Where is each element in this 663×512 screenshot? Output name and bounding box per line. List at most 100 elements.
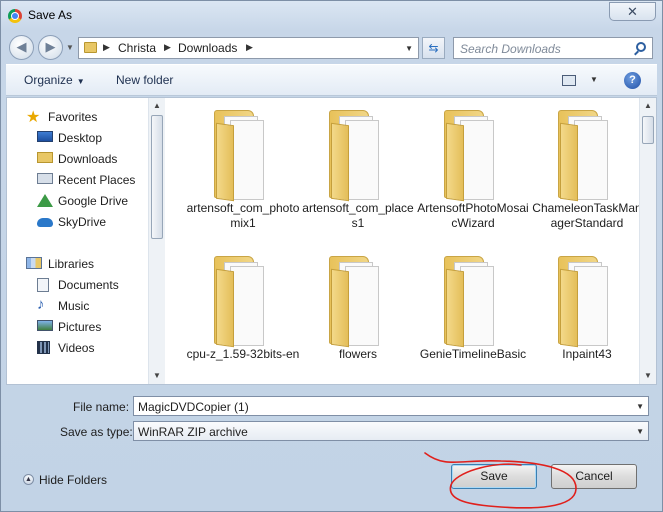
breadcrumb-christa[interactable]: Christa [118,41,156,55]
sidebar-scrollbar[interactable]: ▲ ▼ [148,98,165,384]
desktop-icon [37,131,53,142]
folder-item[interactable]: ChameleonTaskManagerStandard [529,98,645,243]
save-as-dialog: Save As ✕ ◀ ▶ ▼ ▶ Christa ▶ Downloads ▶ … [0,0,663,512]
sidebar-item-videos[interactable]: Videos [7,338,152,358]
scroll-down-icon[interactable]: ▼ [149,368,165,384]
google-drive-icon [37,194,53,207]
film-strip-icon [37,341,50,354]
folder-item[interactable]: artensoft_com_photomix1 [185,98,301,243]
breadcrumb-separator[interactable]: ▶ [246,42,253,53]
content-area: ★ Favorites Desktop Downloads Recent Pla… [6,97,657,385]
file-list-scrollbar[interactable]: ▲ ▼ [639,98,656,384]
change-view-icon[interactable] [562,75,576,86]
folder-icon [440,104,506,202]
file-name-label: File name: [73,400,130,414]
scroll-up-icon[interactable]: ▲ [640,98,656,114]
refresh-button[interactable]: ⇆ [422,37,445,59]
sidebar-item-recent-places[interactable]: Recent Places [7,170,152,190]
downloads-folder-icon [37,152,53,163]
folder-item[interactable]: Inpaint43 [529,244,645,389]
organize-label: Organize [24,73,73,87]
pictures-icon [37,320,53,331]
folder-icon [325,104,391,202]
sidebar-item-documents[interactable]: Documents [7,275,152,295]
new-folder-button[interactable]: New folder [116,73,173,87]
scroll-down-icon[interactable]: ▼ [640,368,656,384]
music-note-icon: ♪ [37,296,45,313]
folder-name: cpu-z_1.59-32bits-en [186,347,300,361]
folder-icon [84,42,97,53]
folder-item[interactable]: artensoft_com_places1 [300,98,416,243]
folder-item[interactable]: cpu-z_1.59-32bits-en [185,244,301,389]
scroll-thumb[interactable] [642,116,654,144]
recent-locations-dropdown[interactable]: ▼ [66,43,74,52]
search-input[interactable]: Search Downloads [453,37,653,59]
folder-icon [325,250,391,348]
breadcrumb-downloads[interactable]: Downloads [178,41,237,55]
address-bar[interactable]: ▶ Christa ▶ Downloads ▶ ▼ [78,37,419,59]
folder-item[interactable]: ArtensoftPhotoMosaicWizard [415,98,531,243]
folder-name: ArtensoftPhotoMosaicWizard [417,201,529,230]
sidebar-item-favorites[interactable]: ★ Favorites [7,107,152,127]
chevron-down-icon[interactable]: ▼ [636,427,644,436]
address-dropdown-icon[interactable]: ▼ [405,44,413,53]
folder-name: artensoft_com_places1 [302,201,414,230]
back-button[interactable]: ◀ [9,35,34,60]
sidebar-item-skydrive[interactable]: SkyDrive [7,212,152,232]
folder-item[interactable]: GenieTimelineBasic [415,244,531,389]
view-options-dropdown[interactable]: ▼ [590,75,598,84]
folder-name: GenieTimelineBasic [419,347,527,361]
sidebar-item-libraries[interactable]: Libraries [7,254,152,274]
scroll-up-icon[interactable]: ▲ [149,98,165,114]
file-name-value: MagicDVDCopier (1) [138,400,249,414]
libraries-icon [26,257,42,269]
sidebar-item-label: Desktop [58,131,103,145]
search-icon[interactable] [636,42,646,52]
sidebar-item-music[interactable]: ♪ Music [7,296,152,316]
hide-folders-label: Hide Folders [39,473,108,487]
organize-menu[interactable]: Organize ▼ [24,73,85,87]
sidebar-item-label: Documents [58,278,119,292]
toolbar: Organize ▼ New folder ▼ ? [6,64,657,96]
forward-button[interactable]: ▶ [38,35,63,60]
sidebar-item-label: Recent Places [58,173,136,187]
folder-name: artensoft_com_photomix1 [186,201,300,230]
sidebar-item-pictures[interactable]: Pictures [7,317,152,337]
help-icon[interactable]: ? [624,72,641,89]
folder-name: ChameleonTaskManagerStandard [532,201,642,230]
save-type-select[interactable]: WinRAR ZIP archive ▼ [133,421,649,441]
cancel-button[interactable]: Cancel [551,464,637,489]
chevron-down-icon: ▼ [76,77,85,86]
breadcrumb-separator[interactable]: ▶ [164,42,171,53]
save-type-value: WinRAR ZIP archive [138,425,248,439]
search-placeholder: Search Downloads [460,42,561,56]
cloud-icon [37,218,53,227]
close-button[interactable]: ✕ [609,2,656,21]
sidebar-item-desktop[interactable]: Desktop [7,128,152,148]
sidebar-item-label: SkyDrive [58,215,107,229]
sidebar-item-google-drive[interactable]: Google Drive [7,191,152,211]
sidebar-item-label: Videos [58,341,95,355]
chevron-down-icon[interactable]: ▼ [636,402,644,411]
folder-name: Inpaint43 [562,347,612,361]
sidebar-item-label: Downloads [58,152,118,166]
sidebar-item-downloads[interactable]: Downloads [7,149,152,169]
title-bar: Save As ✕ [1,1,662,31]
window-title: Save As [28,8,73,22]
documents-icon [37,278,49,292]
file-list: artensoft_com_photomix1 artensoft_com_pl… [168,98,642,384]
folder-icon [210,250,276,348]
sidebar-item-label: Favorites [48,110,98,124]
save-button[interactable]: Save [451,464,537,489]
save-type-label: Save as type: [60,425,133,439]
folder-name: flowers [338,347,377,361]
breadcrumb-separator[interactable]: ▶ [103,42,110,53]
navigation-pane: ★ Favorites Desktop Downloads Recent Pla… [7,98,164,384]
scroll-thumb[interactable] [151,115,163,239]
sidebar-item-label: Libraries [48,257,95,271]
recent-places-icon [37,173,53,184]
folder-icon [210,104,276,202]
folder-item[interactable]: flowers [300,244,416,389]
chrome-icon [8,9,22,23]
file-name-field[interactable]: MagicDVDCopier (1) ▼ [133,396,649,416]
